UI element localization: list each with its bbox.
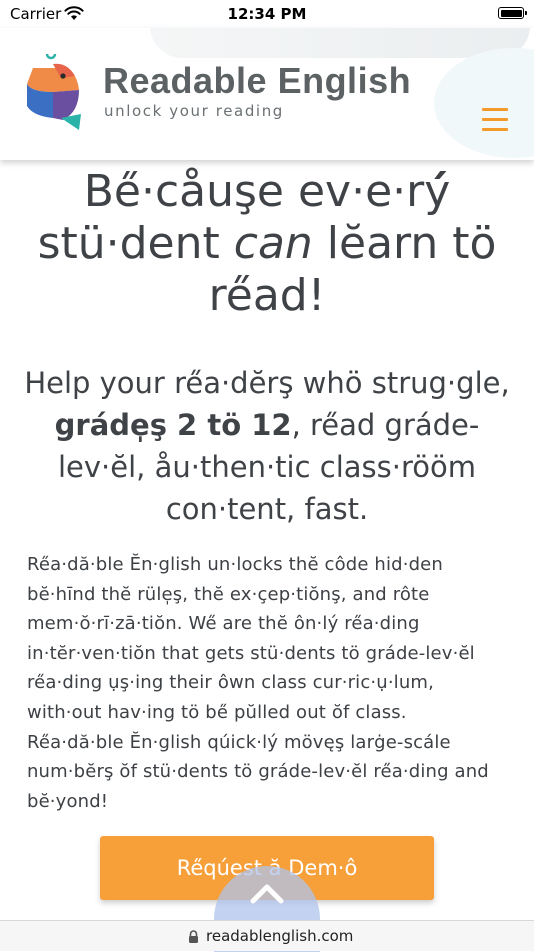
browser-url-bar[interactable]: readablenglish.com (0, 920, 534, 951)
hero-title-line2: stü·dent (37, 218, 234, 269)
battery-icon (498, 7, 527, 19)
clock: 12:34 PM (227, 5, 307, 23)
chevron-up-icon (250, 884, 284, 904)
hero-title-line2-end: lĕarn tö (312, 218, 497, 269)
header-decoration-circle (434, 48, 534, 158)
hero-title-line3: re̋ad! (208, 270, 326, 321)
hamburger-menu-button[interactable] (482, 108, 508, 132)
site-header: Readable English unlock your reading (0, 28, 534, 160)
brand-tagline: unlock your reading (104, 102, 284, 120)
header-decoration (150, 28, 530, 58)
url-text[interactable]: readablenglish.com (206, 927, 353, 945)
hero-subtitle: Help your re̋a·dĕrş whö strug·gle, gráde… (20, 362, 514, 530)
hero-subtitle-grades: gráde̩ş 2 tö 12 (54, 408, 292, 442)
intro-paragraph: Re̋a·dă·ble Ĕn·glish un·locks thĕ côde h… (27, 554, 489, 812)
status-bar: Carrier 12:34 PM (0, 0, 534, 28)
hero-title-emphasis: can (233, 218, 313, 269)
hamburger-icon (482, 108, 508, 111)
hero-subtitle-start: Help your re̋a·dĕrş whö strug·gle, (24, 366, 510, 400)
hamburger-icon-bar (482, 128, 508, 131)
readable-english-logo[interactable] (25, 50, 95, 138)
hero-title-line1: Be̋·cåuşe ev·e·rý́ (83, 166, 451, 217)
lock-icon (189, 930, 198, 943)
hamburger-icon-bar (482, 118, 508, 121)
brand-name[interactable]: Readable English (103, 60, 411, 102)
hero-title: Be̋·cåuşe ev·e·rý́ stü·dent can lĕarn tö… (0, 166, 534, 322)
